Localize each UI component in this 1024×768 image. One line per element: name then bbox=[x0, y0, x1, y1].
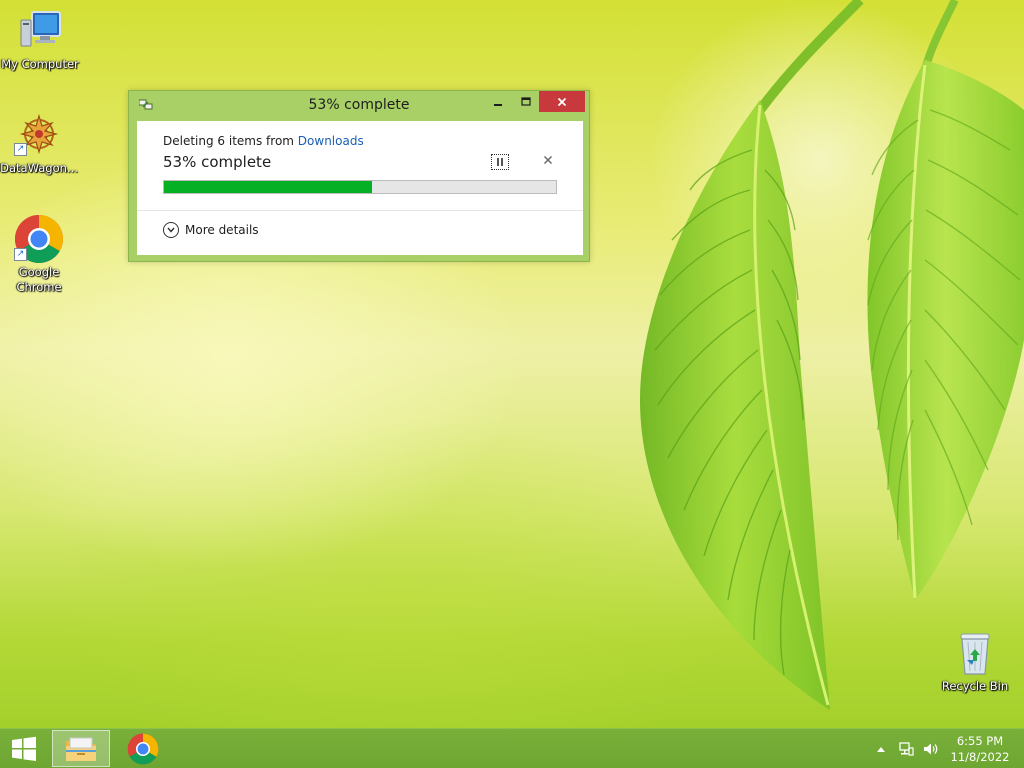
source-folder-link[interactable]: Downloads bbox=[298, 134, 364, 148]
desktop-icon-datawagon[interactable]: ↗ DataWagon... bbox=[0, 112, 79, 176]
chevron-down-icon bbox=[163, 222, 179, 238]
shortcut-arrow-icon: ↗ bbox=[14, 248, 27, 261]
file-operation-dialog: 53% complete Deleting 6 items from Downl… bbox=[128, 90, 590, 262]
maximize-icon bbox=[521, 97, 531, 106]
taskbar: 6:55 PM 11/8/2022 bbox=[0, 728, 1024, 768]
maximize-button[interactable] bbox=[513, 92, 539, 112]
close-icon bbox=[557, 97, 567, 106]
taskbar-clock[interactable]: 6:55 PM 11/8/2022 bbox=[940, 733, 1020, 765]
progress-bar-fill bbox=[164, 181, 372, 193]
start-button[interactable] bbox=[0, 729, 48, 768]
progress-percent-text: 53% complete bbox=[163, 153, 272, 171]
desktop-icon-google-chrome[interactable]: ↗ Google Chrome bbox=[0, 214, 79, 295]
clock-time: 6:55 PM bbox=[956, 734, 1004, 748]
desktop-icon-my-computer[interactable]: My Computer bbox=[0, 8, 80, 72]
show-hidden-icons-button[interactable] bbox=[872, 729, 890, 768]
cancel-button[interactable] bbox=[541, 155, 555, 169]
cancel-icon bbox=[543, 155, 553, 165]
dialog-divider bbox=[137, 210, 583, 211]
more-details-button[interactable]: More details bbox=[163, 222, 259, 238]
progress-bar bbox=[163, 180, 557, 194]
shortcut-arrow-icon: ↗ bbox=[14, 143, 27, 156]
chrome-icon bbox=[127, 733, 159, 764]
minimize-button[interactable] bbox=[487, 92, 509, 112]
operation-description-text: Deleting 6 items from bbox=[163, 134, 298, 148]
desktop-icon-label: Recycle Bin bbox=[941, 679, 1009, 693]
clock-date: 11/8/2022 bbox=[950, 750, 1010, 764]
taskbar-file-explorer[interactable] bbox=[52, 730, 110, 767]
windows-logo-icon bbox=[12, 736, 36, 761]
network-icon bbox=[899, 741, 914, 756]
close-button[interactable] bbox=[539, 91, 585, 112]
dialog-titlebar[interactable]: 53% complete bbox=[129, 91, 589, 121]
taskbar-google-chrome[interactable] bbox=[114, 730, 172, 767]
dialog-content: Deleting 6 items from Downloads 53% comp… bbox=[137, 121, 583, 255]
volume-tray-button[interactable] bbox=[920, 729, 942, 768]
show-hidden-icons-icon bbox=[877, 746, 885, 752]
recycle-bin-icon bbox=[960, 633, 990, 675]
desktop-icon-label: Google Chrome bbox=[16, 265, 62, 294]
desktop: My Computer ↗ DataWagon... ↗ Google Chro… bbox=[0, 0, 1024, 728]
volume-icon bbox=[924, 743, 938, 754]
computer-icon bbox=[20, 11, 61, 47]
more-details-label: More details bbox=[185, 223, 259, 237]
operation-description: Deleting 6 items from Downloads bbox=[163, 134, 364, 148]
network-tray-button[interactable] bbox=[894, 729, 918, 768]
desktop-icon-label: My Computer bbox=[1, 57, 79, 71]
desktop-icon-recycle-bin[interactable]: Recycle Bin bbox=[935, 630, 1015, 694]
desktop-icon-label: DataWagon... bbox=[0, 161, 78, 175]
pause-button[interactable] bbox=[491, 154, 509, 170]
file-explorer-icon bbox=[66, 737, 96, 761]
pause-icon bbox=[497, 158, 503, 166]
minimize-icon bbox=[494, 104, 502, 106]
